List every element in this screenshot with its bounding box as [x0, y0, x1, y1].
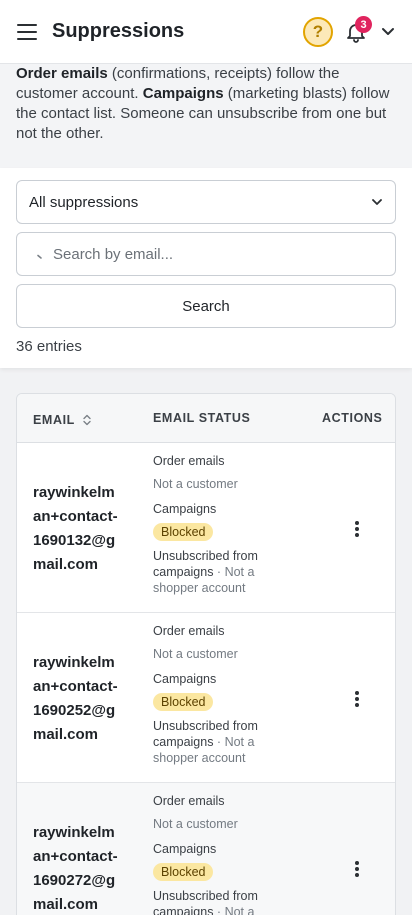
intro-description: Order emails (confirmations, receipts) f… — [0, 64, 412, 168]
unsub-separator: · — [213, 905, 225, 915]
order-emails-label: Order emails — [153, 624, 225, 638]
table-header: EMAIL EMAIL STATUS ACTIONS — [17, 394, 395, 443]
order-emails-status: Not a customer — [153, 477, 238, 491]
search-icon — [37, 254, 42, 259]
actions-column-header: ACTIONS — [322, 411, 383, 425]
row-status: Order emails Not a customer Campaigns Bl… — [153, 793, 283, 915]
campaigns-term: Campaigns — [142, 85, 224, 102]
page-title: Suppressions — [52, 20, 185, 42]
notification-badge: 3 — [355, 16, 372, 33]
row-actions-menu-icon[interactable] — [355, 521, 359, 537]
entries-count: 36 entries — [16, 338, 82, 355]
order-emails-label: Order emails — [153, 454, 225, 468]
blocked-badge: Blocked — [153, 863, 214, 881]
chevron-down-icon — [372, 199, 382, 205]
search-field[interactable] — [16, 232, 396, 276]
unsub-separator: · — [213, 735, 225, 749]
table-row: raywinkelman+contact-1690252@gmail.com O… — [17, 613, 395, 783]
order-emails-status: Not a customer — [153, 647, 238, 661]
order-emails-term: Order emails — [16, 65, 108, 82]
search-button[interactable]: Search — [16, 284, 396, 328]
table-row: raywinkelman+contact-1690132@gmail.com O… — [17, 443, 395, 613]
row-email[interactable]: raywinkelman+contact-1690272@gmail.com — [33, 821, 123, 915]
unsub-separator: · — [213, 565, 225, 579]
row-actions-menu-icon[interactable] — [355, 691, 359, 707]
intro-text: Order emails (confirmations, receipts) f… — [16, 64, 396, 144]
campaigns-label: Campaigns — [153, 842, 217, 856]
chevron-down-icon[interactable] — [380, 25, 396, 39]
blocked-badge: Blocked — [153, 523, 214, 541]
search-input[interactable] — [53, 233, 383, 275]
order-emails-label: Order emails — [153, 794, 225, 808]
filters-panel: All suppressions Search 36 entries — [0, 168, 412, 368]
row-email[interactable]: raywinkelman+contact-1690132@gmail.com — [33, 481, 123, 577]
unsubscribe-note: Unsubscribed from campaigns · Not a shop… — [153, 548, 283, 596]
row-actions-menu-icon[interactable] — [355, 861, 359, 877]
select-value: All suppressions — [29, 194, 139, 211]
row-status: Order emails Not a customer Campaigns Bl… — [153, 623, 283, 766]
order-emails-status: Not a customer — [153, 817, 238, 831]
suppression-filter-select[interactable]: All suppressions — [16, 180, 396, 224]
email-column-label: EMAIL — [33, 413, 75, 427]
campaigns-label: Campaigns — [153, 502, 217, 516]
campaigns-label: Campaigns — [153, 672, 217, 686]
top-app-bar: Suppressions ? 3 — [0, 0, 412, 64]
sort-icon[interactable] — [82, 414, 92, 426]
help-icon[interactable]: ? — [303, 17, 333, 47]
menu-icon[interactable] — [17, 23, 39, 41]
table-row: raywinkelman+contact-1690272@gmail.com O… — [17, 783, 395, 915]
email-status-column-header: EMAIL STATUS — [153, 411, 251, 425]
row-status: Order emails Not a customer Campaigns Bl… — [153, 453, 283, 596]
blocked-badge: Blocked — [153, 693, 214, 711]
email-column-header[interactable]: EMAIL — [33, 413, 92, 427]
suppressions-table: EMAIL EMAIL STATUS ACTIONS raywinkelman+… — [16, 393, 396, 915]
unsubscribe-note: Unsubscribed from campaigns · Not a shop… — [153, 718, 283, 766]
unsubscribe-note: Unsubscribed from campaigns · Not a shop… — [153, 888, 283, 915]
row-email[interactable]: raywinkelman+contact-1690252@gmail.com — [33, 651, 123, 747]
